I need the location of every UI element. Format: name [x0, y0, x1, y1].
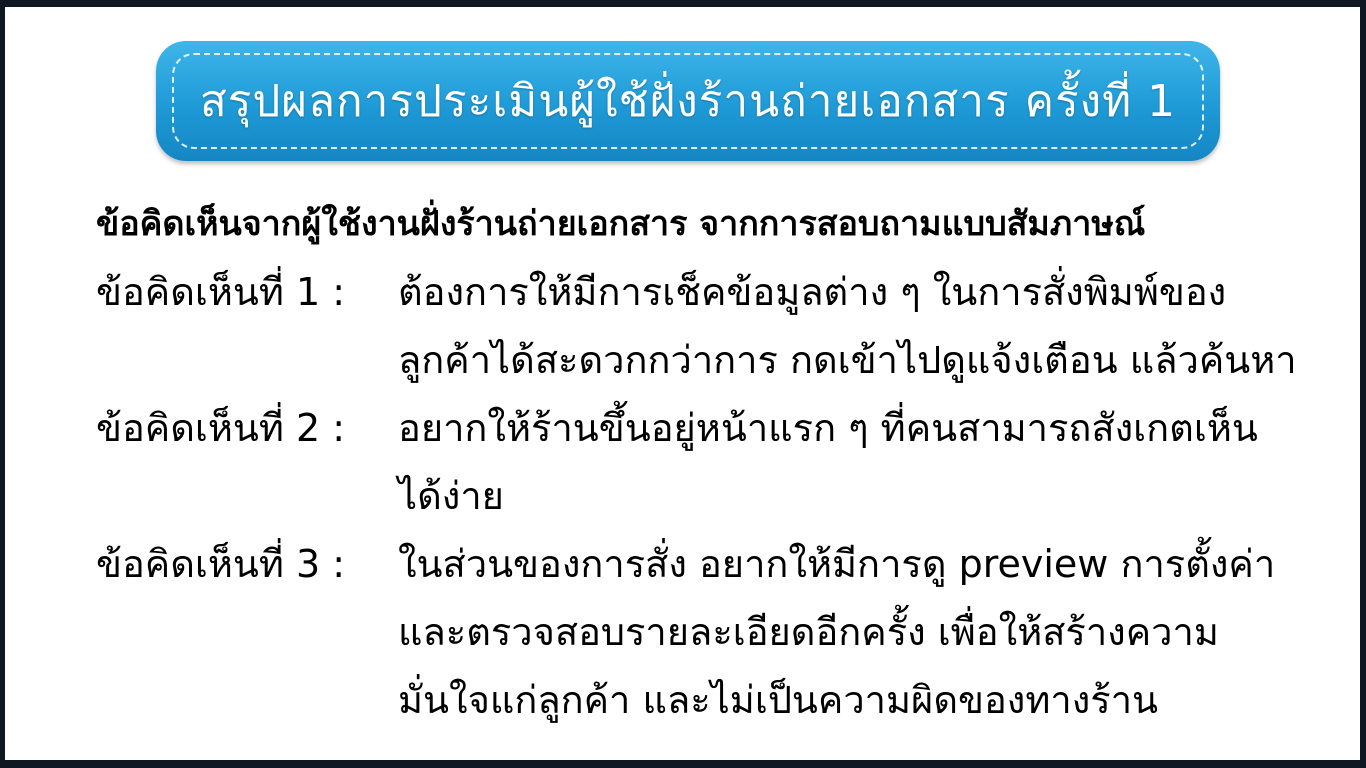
comment-3-line-3: มั่นใจแก่ลูกค้า และไม่เป็นความผิดของทางร… [398, 678, 1159, 722]
comment-3-text: ในส่วนของการสั่ง อยากให้มีการดู preview … [398, 530, 1298, 734]
comment-2-line-1: อยากให้ร้านขึ้นอยู่หน้าแรก ๆ ที่คนสามารถ… [398, 406, 1258, 450]
comment-3-line-1: ในส่วนของการสั่ง อยากให้มีการดู preview … [398, 542, 1276, 586]
title-banner: สรุปผลการประเมินผู้ใช้ฝั่งร้านถ่ายเอกสาร… [156, 41, 1220, 161]
comment-3-line-2: และตรวจสอบรายละเอียดอีกครั้ง เพื่อให้สร้… [398, 610, 1219, 654]
comment-2-line-2: ได้ง่าย [398, 474, 504, 518]
comment-2-text: อยากให้ร้านขึ้นอยู่หน้าแรก ๆ ที่คนสามารถ… [398, 394, 1298, 530]
comment-1-line-2: ลูกค้าได้สะดวกกว่าการ กดเข้าไปดูแจ้งเตือ… [398, 338, 1297, 382]
section-heading: ข้อคิดเห็นจากผู้ใช้งานฝั่งร้านถ่ายเอกสาร… [96, 204, 1146, 244]
slide-title: สรุปผลการประเมินผู้ใช้ฝั่งร้านถ่ายเอกสาร… [199, 76, 1177, 127]
comment-1-line-1: ต้องการให้มีการเช็คข้อมูลต่าง ๆ ในการสั่… [398, 270, 1227, 314]
comment-3-label: ข้อคิดเห็นที่ 3 : [96, 542, 346, 586]
comment-1-label: ข้อคิดเห็นที่ 1 : [96, 270, 346, 314]
comment-2-label: ข้อคิดเห็นที่ 2 : [96, 406, 346, 450]
comment-1-text: ต้องการให้มีการเช็คข้อมูลต่าง ๆ ในการสั่… [398, 258, 1298, 394]
